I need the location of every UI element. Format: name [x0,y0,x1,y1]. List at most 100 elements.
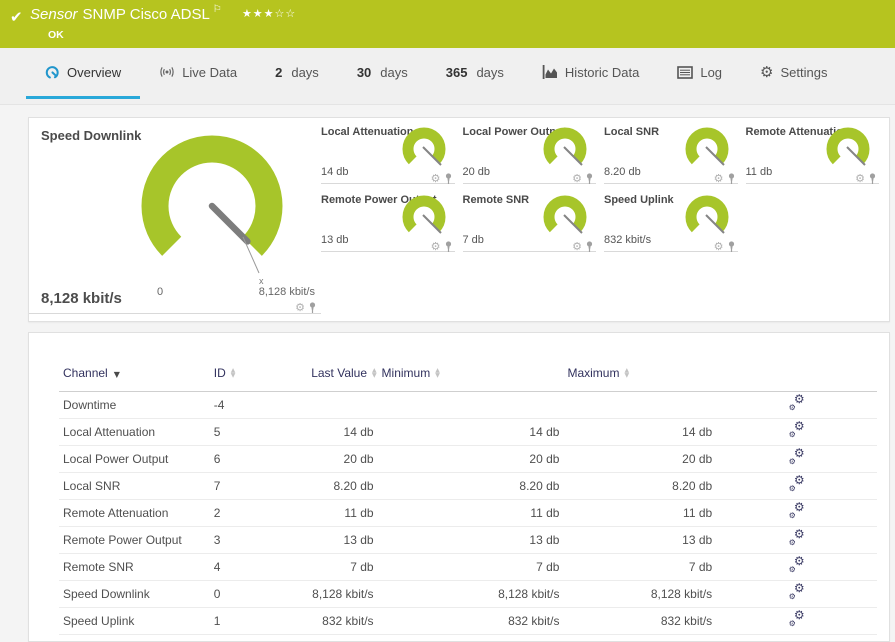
gear-icon[interactable]: ⚙ [855,173,865,184]
channel-id: 6 [209,445,308,473]
gear-icon[interactable]: ⚙ [572,173,582,184]
column-header-last-value[interactable]: Last Value ▲ ▼ [307,355,378,392]
pin-icon[interactable] [308,302,317,313]
gauge-dial [402,127,445,166]
tab-30-days[interactable]: 30 days [338,48,427,99]
channel-name: Remote Attenuation [59,499,210,527]
channels-table-panel: Channel ▼ ID ▲ ▼ Last Value ▲ ▼ Minimum ▲ ▼ Max… [28,332,890,642]
channel-maximum: 13 db [563,526,717,554]
mini-gauge-local-attenuation: Local Attenuation 14 db ⚙ [321,122,455,184]
gauge-scale-max: 8,128 kbit/s [258,286,315,298]
channel-id: 1 [209,607,308,635]
channel-name: Local Power Output [59,445,210,473]
column-header-channel[interactable]: Channel ▼ [59,355,210,392]
tab-bar: Overview Live Data 2 days 30 days 365 da… [0,48,895,105]
channel-minimum: 8,128 kbit/s [377,580,564,608]
sort-icon: ▲ ▼ [624,366,630,379]
log-icon [677,65,694,79]
column-header-id[interactable]: ID ▲ ▼ [209,355,308,392]
speed-downlink-gauge: x [141,135,283,286]
channel-maximum: 20 db [563,445,717,473]
priority-rating[interactable]: ★★★☆☆ [242,7,296,20]
channel-name: Remote Power Output [59,526,210,554]
tab-number: 2 [275,64,283,80]
channel-settings-icon[interactable]: ⚙ ⚙ [789,447,805,466]
gear-icon[interactable]: ⚙ [431,173,441,184]
channel-maximum: 8,128 kbit/s [563,580,717,608]
gauge-dial [826,127,870,166]
gauge-value: 832 kbit/s [604,234,652,246]
pin-icon[interactable] [444,241,453,252]
tab-2-days[interactable]: 2 days [256,48,338,99]
flag-icon[interactable]: ⚐ [213,4,222,15]
channel-maximum: 832 kbit/s [563,607,717,635]
gauge-dial [685,127,728,166]
channel-settings-icon[interactable]: ⚙ ⚙ [789,474,805,493]
status-badge: OK [48,29,64,41]
gauge-dial [543,195,587,234]
channel-settings-icon[interactable]: ⚙ ⚙ [789,393,805,412]
check-icon: ✔ [10,8,23,26]
gear-icon[interactable]: ⚙ [431,241,441,252]
tab-label: Historic Data [564,64,640,80]
gauge-value: 8,128 kbit/s [41,290,122,307]
channel-settings-icon[interactable]: ⚙ ⚙ [789,528,805,547]
mini-gauge-remote-snr: Remote SNR 7 db ⚙ [462,190,596,252]
tab-overview[interactable]: Overview [26,48,141,99]
tab-label: Log [700,64,723,80]
channel-name: Speed Uplink [59,607,210,635]
pin-icon[interactable] [727,241,736,252]
broadcast-icon [160,67,174,77]
gear-icon[interactable]: ⚙ [572,241,582,252]
pin-icon[interactable] [868,173,877,184]
tab-settings[interactable]: ⚙ Settings [741,48,846,99]
tab-label: Overview [67,64,122,80]
tab-log[interactable]: Log [658,48,741,99]
channel-last-value: 13 db [307,526,378,554]
empty-cell [746,190,880,252]
pin-icon[interactable] [585,173,594,184]
stars-empty: ☆☆ [274,7,297,20]
channel-maximum: 7 db [563,553,717,581]
gear-icon: ⚙ [760,62,774,81]
channel-settings-icon[interactable]: ⚙ ⚙ [789,582,805,601]
gear-icon[interactable]: ⚙ [714,241,724,252]
gear-icon[interactable]: ⚙ [714,173,724,184]
channel-last-value: 14 db [307,418,378,446]
channel-minimum: 14 db [377,418,564,446]
column-header-maximum[interactable]: Maximum ▲ ▼ [563,355,717,392]
pin-icon[interactable] [444,173,453,184]
channel-minimum: 832 kbit/s [377,607,564,635]
channel-settings-icon[interactable]: ⚙ ⚙ [789,420,805,439]
tab-365-days[interactable]: 365 days [427,48,523,99]
mini-gauge-remote-power-output: Remote Power Output 13 db ⚙ [321,190,455,252]
tab-historic-data[interactable]: Historic Data [523,48,658,99]
pin-icon[interactable] [727,173,736,184]
channel-settings-icon[interactable]: ⚙ ⚙ [789,501,805,520]
channel-last-value: 11 db [307,499,378,527]
mini-gauge-local-snr: Local SNR 8.20 db ⚙ [604,122,738,184]
pin-icon[interactable] [585,241,594,252]
channel-last-value: 832 kbit/s [307,607,378,635]
gauge-dial [543,127,587,166]
main-gauge-speed-downlink: Speed Downlink x 0 8,128 kbit/s 8,128 kb… [29,118,321,314]
sensor-title-prefix: Sensor [30,6,78,23]
sort-icon: ▲ ▼ [435,366,440,379]
tab-number: 30 [356,64,372,80]
area-chart-icon [542,65,557,79]
column-header-minimum[interactable]: Minimum ▲ ▼ [377,355,564,392]
channel-row-remote-power-output: Remote Power Output 3 13 db 13 db 13 db … [59,526,877,554]
gauge-needle [208,202,251,245]
tab-label: days [476,64,504,80]
channel-name: Remote SNR [59,553,210,581]
sort-icon: ▲ ▼ [372,366,377,379]
gear-icon[interactable]: ⚙ [295,302,305,313]
channel-settings-icon[interactable]: ⚙ ⚙ [789,609,805,628]
tab-live-data[interactable]: Live Data [140,48,256,99]
channel-last-value: 7 db [307,553,378,581]
channel-minimum: 11 db [377,499,564,527]
gauge-dial [685,195,728,234]
channel-id: -4 [209,391,308,419]
channel-minimum: 7 db [377,553,564,581]
channel-settings-icon[interactable]: ⚙ ⚙ [789,555,805,574]
